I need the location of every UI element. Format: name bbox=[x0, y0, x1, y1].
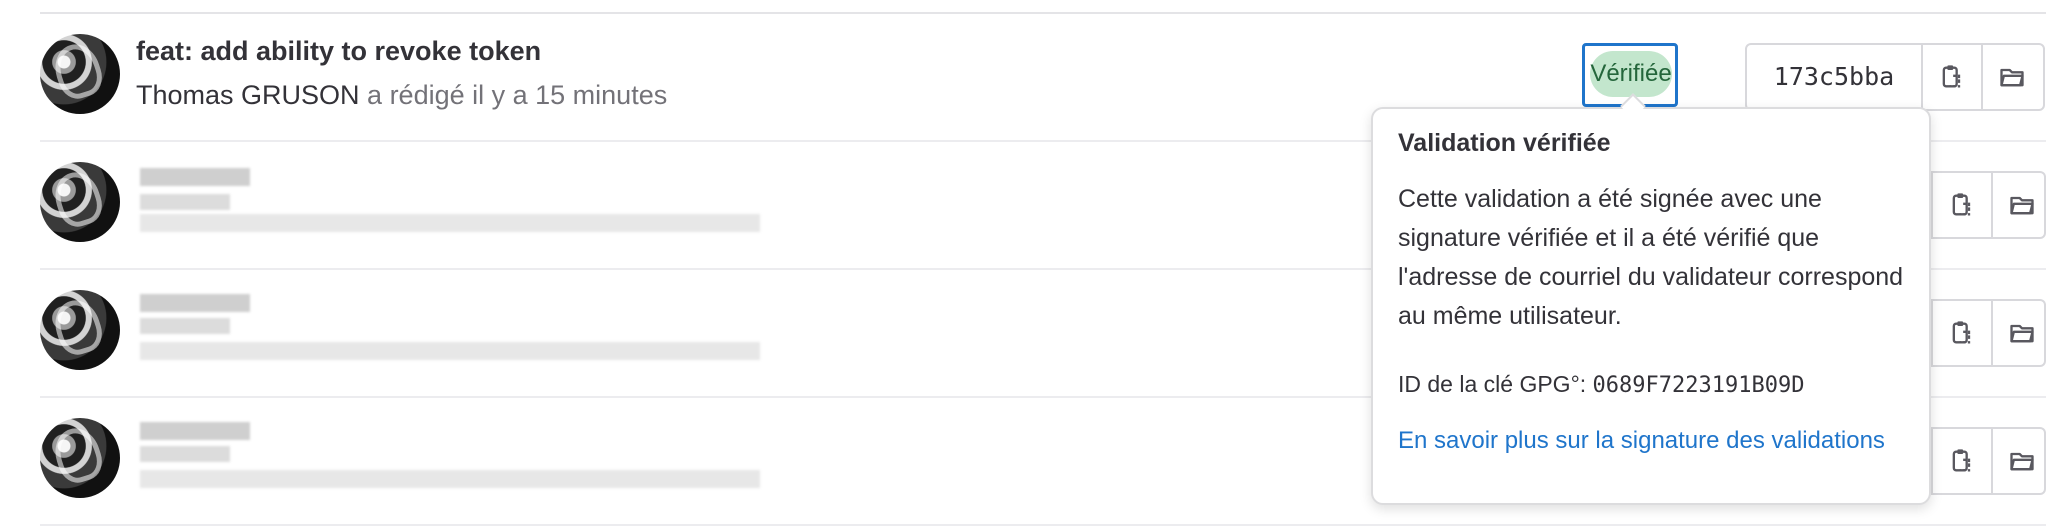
copy-sha-button[interactable] bbox=[1931, 173, 1991, 237]
blurred-meta bbox=[140, 342, 760, 360]
blurred-title-line bbox=[140, 446, 230, 462]
blurred-title bbox=[140, 294, 250, 312]
commit-list: feat: add ability to revoke token Thomas… bbox=[0, 0, 2062, 526]
author-avatar[interactable] bbox=[40, 34, 120, 114]
blurred-meta bbox=[140, 470, 760, 488]
partial-sha-button-group bbox=[1931, 171, 2046, 239]
gpg-key-id: ID de la clé GPG°: 0689F7223191B09D bbox=[1398, 371, 1804, 398]
copy-sha-button[interactable] bbox=[1931, 301, 1991, 365]
blurred-title bbox=[140, 422, 250, 440]
browse-files-button[interactable] bbox=[1991, 173, 2051, 237]
folder-open-icon bbox=[2000, 68, 2024, 87]
folder-open-icon bbox=[2010, 324, 2034, 343]
gpg-key-value: 0689F7223191B09D bbox=[1592, 373, 1805, 398]
commit-time-text: a rédigé il y a 15 minutes bbox=[359, 80, 668, 110]
commit-sha[interactable]: 173c5bba bbox=[1747, 45, 1921, 109]
copy-sha-button[interactable] bbox=[1931, 429, 1991, 493]
browse-files-button[interactable] bbox=[1981, 45, 2041, 109]
learn-more-link[interactable]: En savoir plus sur la signature des vali… bbox=[1398, 422, 1898, 459]
blurred-title bbox=[140, 168, 250, 186]
commit-title[interactable]: feat: add ability to revoke token bbox=[136, 36, 541, 67]
blurred-title-line bbox=[140, 318, 230, 334]
blurred-meta bbox=[140, 214, 760, 232]
copy-to-clipboard-icon bbox=[1952, 193, 1971, 216]
author-avatar[interactable] bbox=[40, 290, 120, 370]
sha-button-group: 173c5bba bbox=[1745, 43, 2045, 111]
signature-tooltip: Validation vérifiée Cette validation a é… bbox=[1371, 107, 1931, 505]
copy-to-clipboard-icon bbox=[1952, 321, 1971, 344]
author-avatar[interactable] bbox=[40, 418, 120, 498]
copy-to-clipboard-icon bbox=[1942, 65, 1961, 88]
folder-open-icon bbox=[2010, 196, 2034, 215]
browse-files-button[interactable] bbox=[1991, 301, 2051, 365]
browse-files-button[interactable] bbox=[1991, 429, 2051, 493]
verified-badge[interactable]: Vérifiée bbox=[1590, 51, 1672, 97]
partial-sha-button-group bbox=[1931, 427, 2046, 495]
folder-open-icon bbox=[2010, 452, 2034, 471]
tooltip-title: Validation vérifiée bbox=[1398, 129, 1611, 157]
partial-sha-button-group bbox=[1931, 299, 2046, 367]
commit-meta: Thomas GRUSON a rédigé il y a 15 minutes bbox=[136, 80, 667, 111]
copy-to-clipboard-icon bbox=[1952, 449, 1971, 472]
tooltip-description: Cette validation a été signée avec une s… bbox=[1398, 185, 1904, 330]
author-avatar[interactable] bbox=[40, 162, 120, 242]
gpg-key-label: ID de la clé GPG°: bbox=[1398, 371, 1587, 397]
copy-sha-button[interactable] bbox=[1921, 45, 1981, 109]
commit-author[interactable]: Thomas GRUSON bbox=[136, 80, 360, 110]
blurred-title-line bbox=[140, 194, 230, 210]
